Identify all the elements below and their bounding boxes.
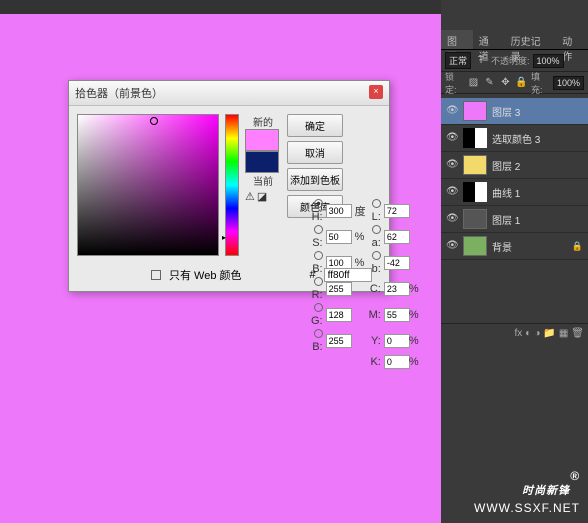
layer-name[interactable]: 图层 2: [492, 158, 520, 173]
add-swatch-button[interactable]: 添加到色板: [287, 168, 343, 191]
dialog-title: 拾色器（前景色）: [75, 85, 163, 101]
tab-layers[interactable]: 图层: [441, 30, 473, 49]
b-input[interactable]: [326, 334, 352, 348]
webonly-checkbox[interactable]: [151, 270, 161, 280]
text-icon[interactable]: T: [474, 54, 488, 68]
radio-lb[interactable]: [372, 251, 381, 260]
current-color-label: 当前: [245, 173, 281, 188]
layer-list: 👁 图层 3 👁 选取颜色 3 👁 图层 2 👁 曲线 1 👁 图层 1 👁: [441, 94, 588, 264]
tab-actions[interactable]: 动作: [556, 30, 588, 49]
color-picker-dialog: 拾色器（前景色） × ▸ 新的 当前 ⚠◪ 确定 取消 添加到色板 颜色库 H:…: [68, 80, 390, 292]
visibility-icon[interactable]: 👁: [446, 159, 458, 171]
layer-row[interactable]: 👁 曲线 1: [441, 179, 588, 206]
layer-footer: fx ◐ ◑ 📁 ▦ 🗑: [441, 323, 588, 343]
layer-row[interactable]: 👁 背景 🔒: [441, 233, 588, 260]
layer-thumb[interactable]: [463, 155, 487, 175]
k-input[interactable]: [384, 355, 410, 369]
visibility-icon[interactable]: 👁: [446, 240, 458, 252]
h-input[interactable]: [326, 204, 352, 218]
hue-slider[interactable]: ▸: [225, 114, 239, 256]
adjustment-icon[interactable]: ◑: [534, 328, 540, 339]
layer-row[interactable]: 👁 图层 2: [441, 152, 588, 179]
tab-history[interactable]: 历史记录: [505, 30, 557, 49]
layers-panel: 图层 通道 历史记录 动作 正常 T 不透明度: 100% 锁定: ▨ ✎ ✥ …: [441, 0, 588, 523]
dialog-titlebar[interactable]: 拾色器（前景色） ×: [69, 81, 389, 106]
lock-brush-icon[interactable]: ✎: [483, 76, 496, 90]
current-color-swatch: [245, 151, 279, 173]
lock-icon: 🔒: [572, 241, 583, 252]
layer-thumb[interactable]: [463, 101, 487, 121]
gamut-warning-icon[interactable]: ⚠: [245, 190, 255, 203]
radio-s[interactable]: [314, 225, 323, 234]
tab-channels[interactable]: 通道: [473, 30, 505, 49]
layer-name[interactable]: 图层 3: [492, 104, 520, 119]
color-cursor-icon: [150, 117, 158, 125]
close-icon[interactable]: ×: [369, 85, 383, 99]
mask-icon[interactable]: ◐: [525, 328, 531, 339]
visibility-icon[interactable]: 👁: [446, 132, 458, 144]
layer-row[interactable]: 👁 图层 1: [441, 206, 588, 233]
blend-mode-select[interactable]: 正常: [445, 52, 471, 69]
layer-thumb[interactable]: [463, 209, 487, 229]
opacity-value[interactable]: 100%: [533, 54, 564, 68]
opacity-label: 不透明度:: [491, 54, 530, 67]
radio-a[interactable]: [372, 225, 381, 234]
radio-h[interactable]: [314, 199, 323, 208]
unit-deg: 度: [355, 203, 366, 219]
radio-b[interactable]: [314, 251, 323, 260]
layer-name[interactable]: 选取颜色 3: [492, 131, 540, 146]
websafe-warning-icon[interactable]: ◪: [257, 190, 267, 203]
new-color-label: 新的: [245, 114, 281, 129]
hex-input[interactable]: [324, 268, 372, 282]
fx-icon[interactable]: fx: [515, 328, 523, 339]
y-input[interactable]: [384, 334, 410, 348]
s-input[interactable]: [326, 230, 352, 244]
lock-move-icon[interactable]: ✥: [499, 76, 512, 90]
hex-label: #: [310, 269, 316, 281]
fill-label: 填充:: [531, 70, 550, 96]
visibility-icon[interactable]: 👁: [446, 186, 458, 198]
color-values-grid: H:度 L: S:% a: B:% b: R: C:% G: M:% B: Y:…: [311, 199, 419, 369]
layer-name[interactable]: 背景: [492, 239, 512, 254]
layer-name[interactable]: 图层 1: [492, 212, 520, 227]
cancel-button[interactable]: 取消: [287, 141, 343, 164]
visibility-icon[interactable]: 👁: [446, 213, 458, 225]
r-input[interactable]: [326, 282, 352, 296]
layer-row[interactable]: 👁 图层 3: [441, 98, 588, 125]
layer-name[interactable]: 曲线 1: [492, 185, 520, 200]
new-layer-icon[interactable]: ▦: [559, 328, 568, 339]
unit-pct: %: [355, 231, 366, 243]
layer-thumb[interactable]: [463, 128, 487, 148]
radio-l[interactable]: [372, 199, 381, 208]
panel-tabs: 图层 通道 历史记录 动作: [441, 30, 588, 50]
layer-thumb[interactable]: [463, 236, 487, 256]
layer-row[interactable]: 👁 选取颜色 3: [441, 125, 588, 152]
hue-marker-icon: ▸: [222, 233, 226, 242]
folder-icon[interactable]: 📁: [543, 328, 555, 339]
l-input[interactable]: [384, 204, 410, 218]
webonly-label: 只有 Web 颜色: [169, 267, 242, 283]
radio-g[interactable]: [314, 303, 323, 312]
watermark: 时尚新锋® WWW.SSXF.NET: [474, 469, 580, 515]
g-input[interactable]: [326, 308, 352, 322]
ok-button[interactable]: 确定: [287, 114, 343, 137]
visibility-icon[interactable]: 👁: [446, 105, 458, 117]
color-field[interactable]: [77, 114, 219, 256]
radio-bb[interactable]: [314, 329, 323, 338]
new-color-swatch: [245, 129, 279, 151]
lock-all-icon[interactable]: 🔒: [515, 76, 528, 90]
trash-icon[interactable]: 🗑: [571, 328, 584, 339]
canvas-topbar: [0, 0, 442, 14]
m-input[interactable]: [384, 308, 410, 322]
lock-label: 锁定:: [445, 70, 464, 96]
lock-pixels-icon[interactable]: ▨: [467, 76, 480, 90]
layer-thumb[interactable]: [463, 182, 487, 202]
layer-toolbar-2: 锁定: ▨ ✎ ✥ 🔒 填充: 100%: [441, 72, 588, 94]
fill-value[interactable]: 100%: [553, 76, 584, 90]
c-input[interactable]: [384, 282, 410, 296]
a-input[interactable]: [384, 230, 410, 244]
